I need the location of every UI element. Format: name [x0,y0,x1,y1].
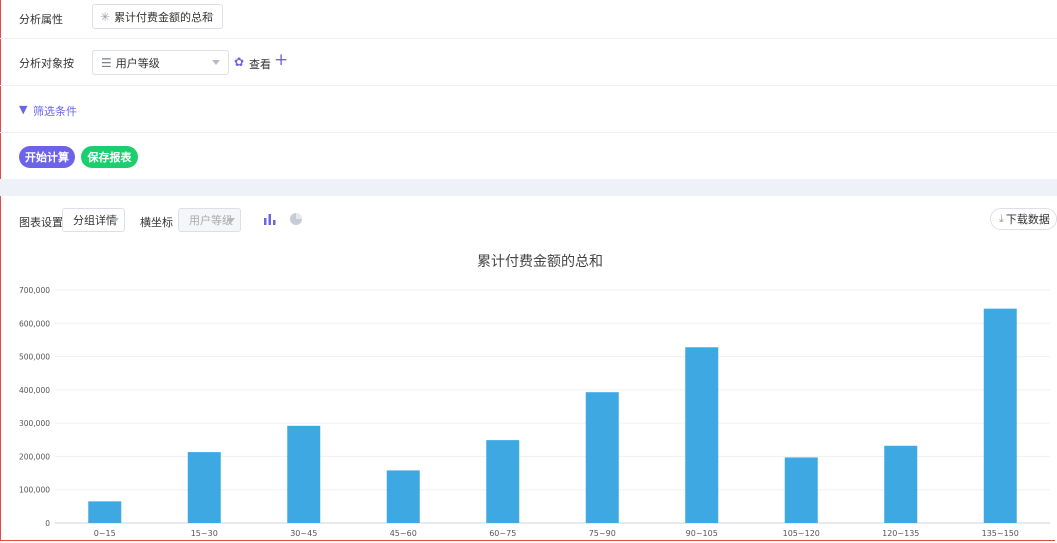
y-tick-label: 100,000 [19,486,50,495]
bar-0~15[interactable] [88,501,122,523]
view-link[interactable]: 查看 [249,56,271,72]
list-filter-icon: ☰ [101,55,112,70]
y-tick-label: 500,000 [19,353,50,362]
gear-icon[interactable]: ✿ [234,55,244,69]
filter-icon[interactable]: ▼ [19,103,27,116]
x-axis-select[interactable]: 用户等级 [178,208,241,232]
filter-link[interactable]: 筛选条件 [33,103,77,119]
bar-30~45[interactable] [287,425,321,523]
attr-select-value: 累计付费金额的总和 [114,10,214,24]
chevron-down-icon [212,60,220,65]
bar-45~60[interactable] [386,470,420,523]
start-calc-button[interactable]: 开始计算 [19,146,75,168]
group-select[interactable]: ☰ 用户等级 [92,50,229,75]
bar-75~90[interactable] [585,392,619,523]
attr-label: 分析属性 [19,13,63,26]
bar-120~135[interactable] [884,445,918,523]
bar-chart: 累计付费金额的总和 0 100,000 200,000 300,000 400,000 5… [19,254,1050,538]
filter-row: ▼ 筛选条件 [0,85,1057,133]
y-tick-label: 600,000 [19,319,50,328]
group-detail-select[interactable]: 分组详情 [62,208,125,232]
x-tick-label: 0~15 [94,529,116,538]
save-report-button[interactable]: 保存报表 [81,146,138,168]
chevron-down-icon [111,218,119,223]
x-tick-label: 75~90 [589,529,616,538]
group-select-value: 用户等级 [115,56,160,70]
bar-chart-icon[interactable] [263,212,277,226]
chevron-down-icon [206,14,214,19]
add-icon[interactable]: + [274,50,288,70]
x-axis-label: 横坐标 [140,216,173,229]
bar-135~150[interactable] [983,308,1017,523]
group-label: 分析对象按 [19,57,74,70]
x-tick-label: 60~75 [489,529,516,538]
chevron-down-icon [227,218,235,223]
bar-60~75[interactable] [486,440,520,523]
download-button[interactable]: ⤓ 下载数据 [990,208,1057,230]
bar-15~30[interactable] [187,452,221,523]
y-tick-label: 0 [45,519,50,528]
x-tick-label: 45~60 [390,529,417,538]
sparkle-icon: ✳ [100,9,111,24]
pie-chart-icon[interactable] [289,212,303,226]
y-tick-label: 200,000 [19,452,50,461]
y-tick-label: 700,000 [19,286,50,295]
chart-settings-label: 图表设置 [19,216,63,229]
y-tick-label: 400,000 [19,386,50,395]
section-divider [0,179,1057,196]
chart-title: 累计付费金额的总和 [477,254,603,270]
x-tick-label: 105~120 [783,529,820,538]
x-tick-label: 135~150 [982,529,1019,538]
bar-105~120[interactable] [784,457,818,523]
x-tick-label: 90~105 [686,529,718,538]
group-row: 分析对象按 ☰ 用户等级 ✿ 查看 + [0,38,1057,86]
download-icon: ⤓ [999,212,1004,225]
bar-90~105[interactable] [685,347,719,523]
x-tick-label: 15~30 [191,529,218,538]
attr-select[interactable]: ✳ 累计付费金额的总和 [92,4,223,29]
x-tick-label: 120~135 [882,529,919,538]
attr-row: 分析属性 ✳ 累计付费金额的总和 [0,0,1057,39]
x-tick-label: 30~45 [290,529,317,538]
download-label: 下载数据 [1005,213,1050,226]
y-tick-label: 300,000 [19,419,50,428]
